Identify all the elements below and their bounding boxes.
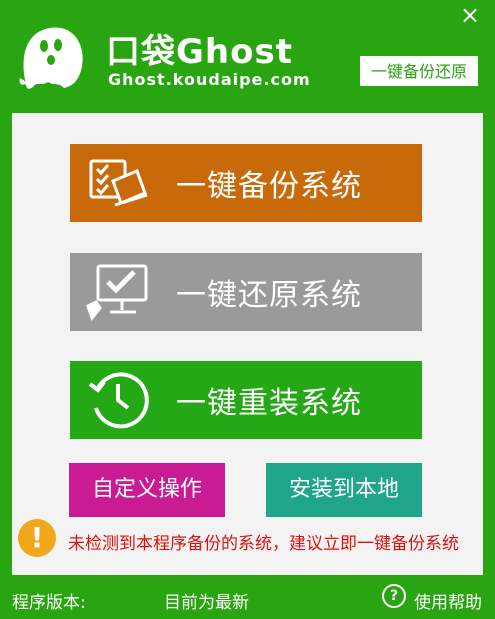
help-icon[interactable]: ? — [382, 584, 406, 608]
custom-operation-button[interactable]: 自定义操作 — [69, 463, 225, 517]
backup-system-button[interactable]: 一键备份系统 — [70, 144, 422, 222]
reinstall-system-label: 一键重装系统 — [176, 386, 362, 421]
brand-domain: Ghost.koudaipe.com — [108, 70, 311, 89]
checkmark-monitor-icon — [70, 253, 166, 331]
brand-title: 口袋Ghost — [106, 32, 293, 72]
restore-system-label: 一键还原系统 — [176, 278, 362, 313]
warning-message: 未检测到本程序备份的系统，建议立即一键备份系统 — [68, 534, 459, 554]
backup-restore-link[interactable]: 一键备份还原 — [360, 56, 478, 86]
warning-icon: ! — [18, 519, 56, 557]
version-label: 程序版本: — [12, 593, 86, 613]
checklist-laptop-icon — [70, 144, 166, 222]
install-local-button[interactable]: 安装到本地 — [266, 463, 422, 517]
main-panel: 一键备份系统 一键还原系统 一键重装系统 自定义操作 安装到本地 ! 未检测到本… — [12, 113, 483, 575]
ghost-logo-icon — [16, 20, 88, 92]
app-window: 口袋Ghost Ghost.koudaipe.com × 一键备份还原 一键备份… — [0, 0, 495, 619]
restore-system-button[interactable]: 一键还原系统 — [70, 253, 422, 331]
history-clock-icon — [70, 361, 166, 439]
version-value: 目前为最新 — [164, 593, 249, 613]
reinstall-system-button[interactable]: 一键重装系统 — [70, 361, 422, 439]
help-link[interactable]: 使用帮助 — [414, 588, 482, 613]
close-icon[interactable]: × — [457, 2, 483, 28]
backup-system-label: 一键备份系统 — [176, 169, 362, 204]
